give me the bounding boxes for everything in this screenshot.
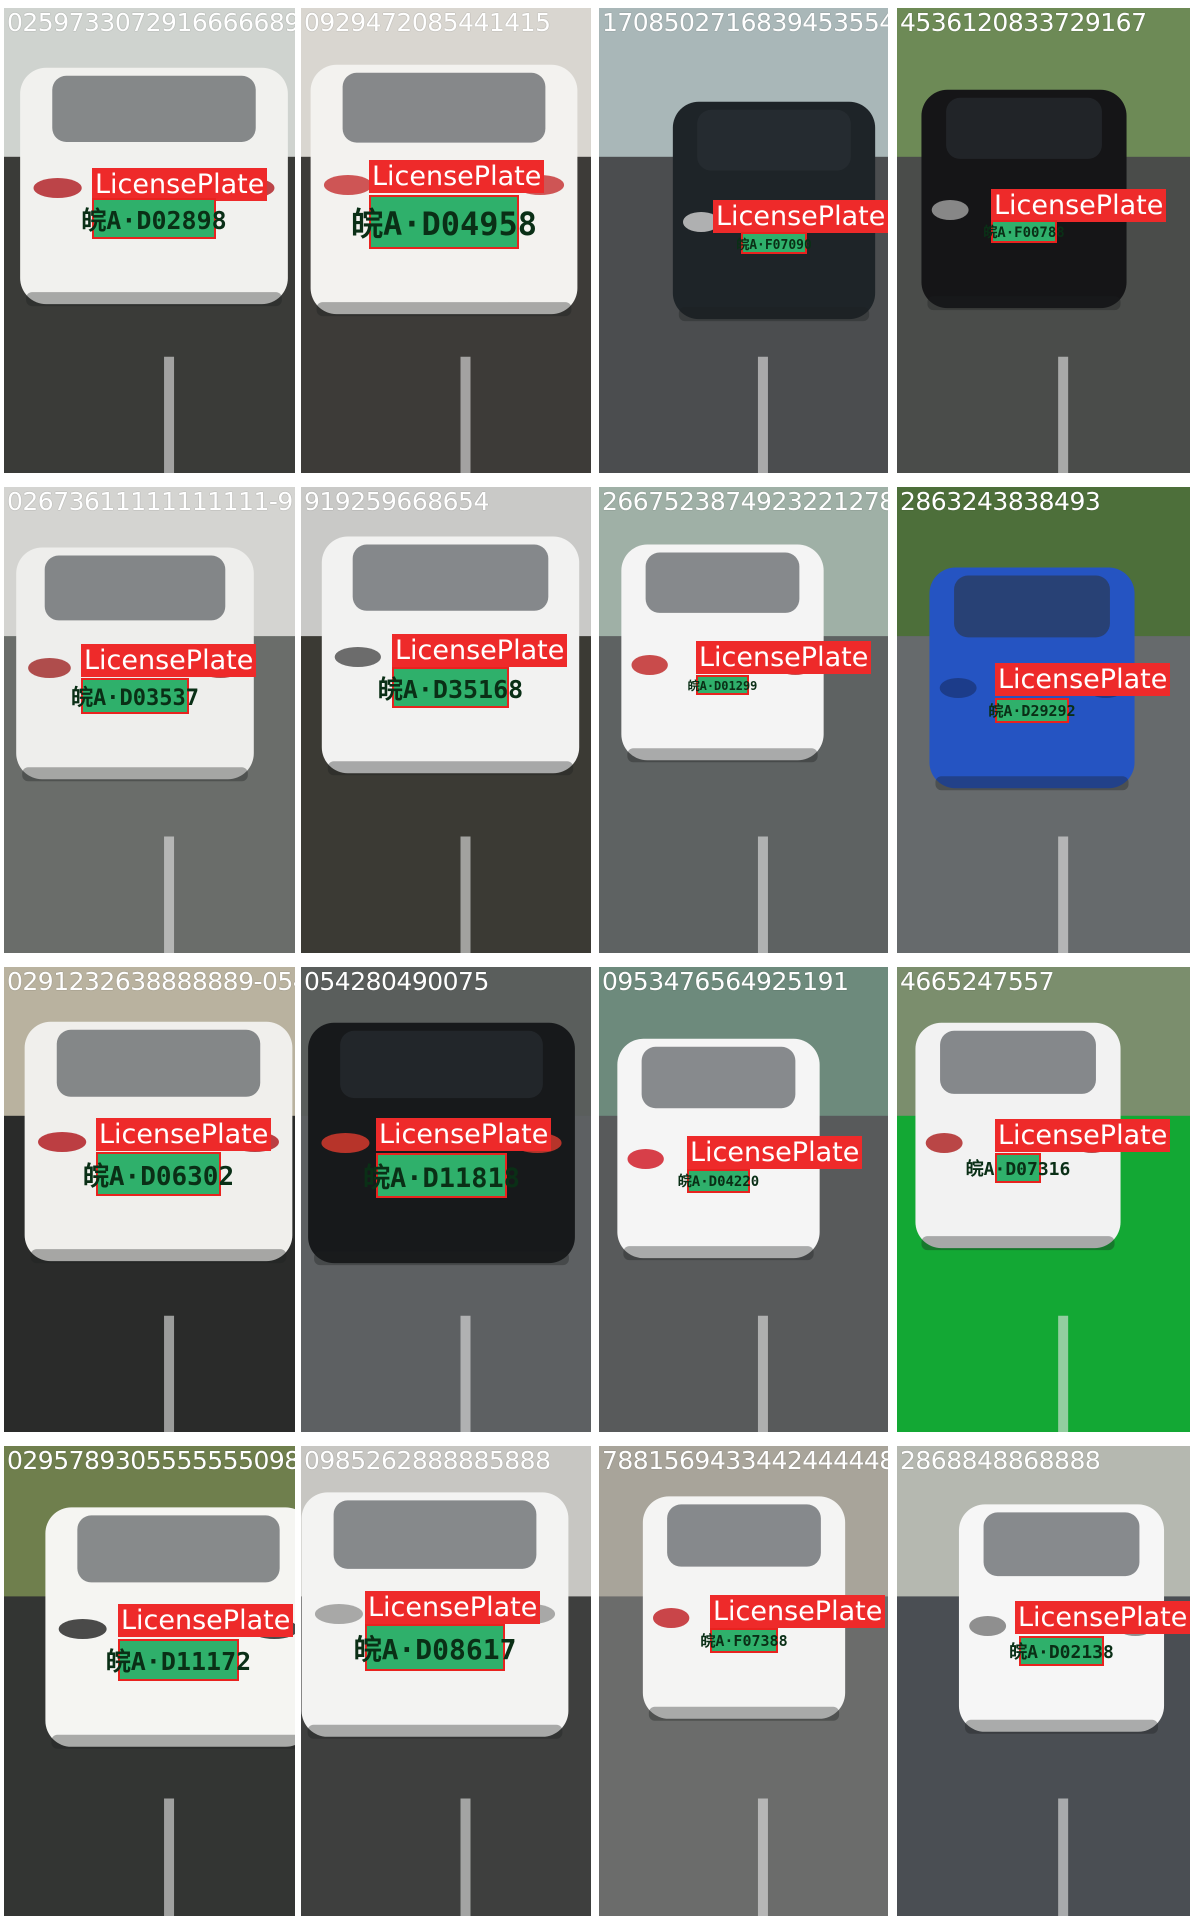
tile-caption: 0929472085441415	[304, 8, 551, 37]
detection-label: LicensePlate	[1015, 1601, 1190, 1634]
detection-label: LicensePlate	[365, 1591, 541, 1624]
plate-bounding-box: 皖A·D07316	[965, 1153, 1071, 1183]
tile-caption: 0953476564925191	[602, 967, 849, 996]
photo-scene	[4, 487, 295, 953]
plate-bounding-box: 皖A·F00788	[983, 220, 1065, 243]
tile-caption: 266752387492322127888	[602, 487, 888, 516]
mosaic-tile: 0291232638888889-054280 LicensePlate 皖A·D0…	[4, 967, 295, 1432]
license-plate-text: 皖A·D04220	[677, 1174, 760, 1190]
license-plate-text: 皖A·D29292	[988, 702, 1076, 720]
tile-caption: 2863243838493	[900, 487, 1101, 516]
mosaic-tile: 266752387492322127888 LicensePlate 皖A·D012…	[599, 487, 888, 953]
photo-scene	[897, 1446, 1190, 1916]
photo-scene	[599, 487, 888, 953]
tile-caption: 02957893055555550985262888885888	[7, 1446, 295, 1475]
license-plate-text: 皖A·D11172	[105, 1647, 252, 1676]
mosaic-tile: 4536120833729167 LicensePlate 皖A·F00788	[897, 8, 1190, 473]
detection-label: LicensePlate	[696, 641, 872, 674]
photo-scene	[4, 8, 295, 473]
license-plate-text: 皖A·D08617	[353, 1632, 517, 1666]
detection-label: LicensePlate	[995, 1119, 1171, 1152]
license-plate-text: 皖A·D02138	[1009, 1642, 1114, 1663]
license-plate-text: 皖A·F00788	[983, 224, 1065, 241]
license-plate-text: 皖A·D07316	[965, 1159, 1071, 1180]
photo-scene	[301, 487, 591, 953]
license-plate-text: 皖A·D11818	[362, 1163, 521, 1194]
license-plate-text: 皖A·D01299	[687, 678, 758, 693]
mosaic-grid: 02597330729166666890929472085441415 Licen…	[0, 0, 1192, 1920]
photo-scene	[4, 967, 295, 1432]
mosaic-tile: 2863243838493 LicensePlate 皖A·D29292	[897, 487, 1190, 953]
license-plate-text: 皖A·F07090	[736, 237, 812, 253]
plate-bounding-box: 皖A·D11818	[362, 1153, 521, 1198]
mosaic-tile: 2868848868888 LicensePlate 皖A·D02138	[897, 1446, 1190, 1916]
mosaic-tile: 0985262888885888 LicensePlate 皖A·D08617	[301, 1446, 591, 1916]
detection-label: LicensePlate	[713, 200, 888, 233]
tile-caption: 2868848868888	[900, 1446, 1101, 1475]
plate-bounding-box: 皖A·D35168	[377, 667, 524, 708]
plate-bounding-box: 皖A·D02898	[81, 198, 227, 239]
photo-scene	[897, 967, 1190, 1432]
detection-label: LicensePlate	[687, 1136, 863, 1169]
plate-bounding-box: 皖A·D01299	[687, 675, 758, 695]
mosaic-tile: 0953476564925191 LicensePlate 皖A·D04220	[599, 967, 888, 1432]
tile-caption: 4665247557	[900, 967, 1055, 996]
tile-caption: 02673611111111111-91925966865466866	[7, 487, 295, 516]
license-plate-text: 皖A·D06302	[82, 1161, 235, 1192]
license-plate-text: 皖A·F07388	[700, 1632, 788, 1650]
detection-label: LicensePlate	[995, 663, 1171, 696]
photo-scene	[4, 1446, 295, 1916]
detection-label: LicensePlate	[118, 1604, 294, 1637]
tile-caption: 919259668654	[304, 487, 489, 516]
license-plate-text: 皖A·D03537	[71, 686, 199, 711]
mosaic-tile: 054280490075 LicensePlate 皖A·D11818	[301, 967, 591, 1432]
plate-bounding-box: 皖A·D08617	[353, 1624, 517, 1671]
detection-label: LicensePlate	[392, 634, 568, 667]
mosaic-tile: 02597330729166666890929472085441415 Licen…	[4, 8, 295, 473]
mosaic-tile: 0929472085441415 LicensePlate 皖A·D04958	[301, 8, 591, 473]
mosaic-tile: 1708502716839453554 LicensePlate 皖A·F07090	[599, 8, 888, 473]
detection-label: LicensePlate	[92, 168, 268, 201]
plate-bounding-box: 皖A·D06302	[82, 1152, 235, 1196]
plate-bounding-box: 皖A·F07090	[736, 232, 812, 254]
tile-caption: 0985262888885888	[304, 1446, 551, 1475]
detection-label: LicensePlate	[81, 644, 257, 677]
plate-bounding-box: 皖A·D04220	[677, 1169, 760, 1193]
photo-scene	[599, 1446, 888, 1916]
tile-caption: 4536120833729167	[900, 8, 1147, 37]
mosaic-tile: 4665247557 LicensePlate 皖A·D07316	[897, 967, 1190, 1432]
tile-caption: 02597330729166666890929472085441415	[7, 8, 295, 37]
plate-bounding-box: 皖A·D29292	[988, 698, 1076, 723]
plate-bounding-box: 皖A·D02138	[1009, 1636, 1114, 1666]
mosaic-tile: 919259668654 LicensePlate 皖A·D35168	[301, 487, 591, 953]
mosaic-tile: 02957893055555550985262888885888 LicenseP…	[4, 1446, 295, 1916]
detection-label: LicensePlate	[376, 1118, 552, 1151]
mosaic-tile: 7881569433442444448 LicensePlate 皖A·F07388	[599, 1446, 888, 1916]
license-plate-text: 皖A·D35168	[377, 674, 524, 704]
plate-bounding-box: 皖A·D04958	[350, 195, 538, 249]
plate-bounding-box: 皖A·F07388	[700, 1628, 788, 1653]
mosaic-tile: 02673611111111111-91925966865466866 Licen…	[4, 487, 295, 953]
detection-label: LicensePlate	[710, 1595, 886, 1628]
detection-label: LicensePlate	[991, 189, 1167, 222]
license-plate-text: 皖A·D04958	[350, 205, 538, 243]
tile-caption: 0291232638888889-054280	[7, 967, 295, 996]
license-plate-text: 皖A·D02898	[81, 205, 227, 235]
detection-label: LicensePlate	[369, 160, 545, 193]
plate-bounding-box: 皖A·D11172	[105, 1639, 252, 1681]
detection-label: LicensePlate	[96, 1118, 272, 1151]
photo-scene	[301, 1446, 591, 1916]
tile-caption: 1708502716839453554	[602, 8, 888, 37]
tile-caption: 7881569433442444448	[602, 1446, 888, 1475]
photo-scene	[301, 967, 591, 1432]
plate-bounding-box: 皖A·D03537	[71, 678, 199, 714]
photo-scene	[599, 967, 888, 1432]
tile-caption: 054280490075	[304, 967, 489, 996]
